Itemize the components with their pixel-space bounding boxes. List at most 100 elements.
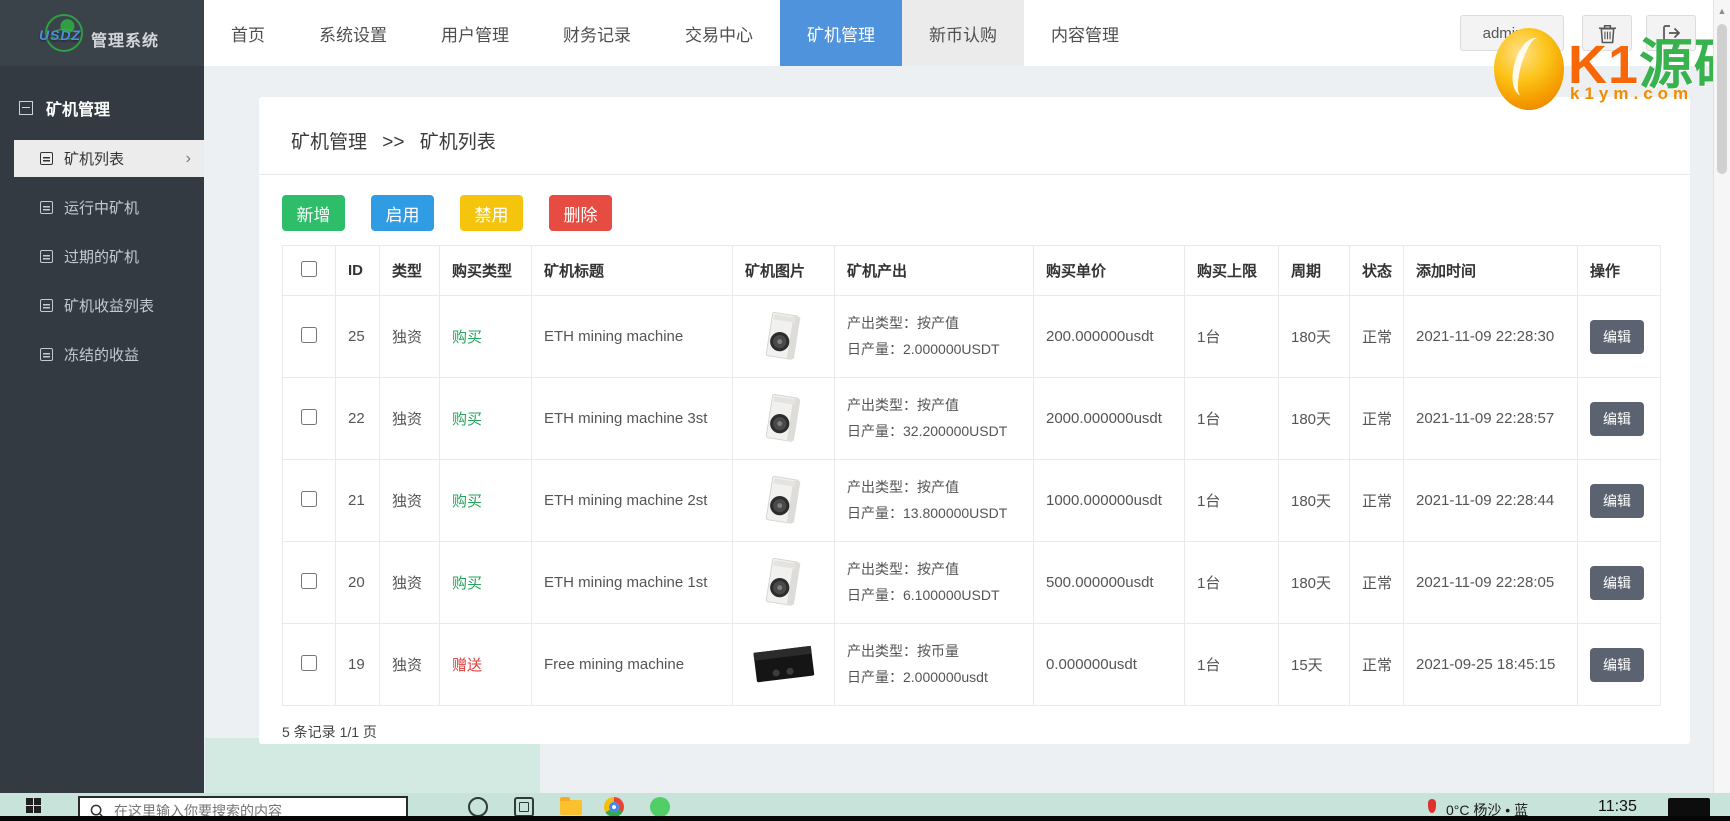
task-view-icon[interactable] xyxy=(514,797,534,817)
table-row: 25 独资 购买 ETH mining machine 产出类型：按产值 日产量… xyxy=(282,295,1661,378)
breadcrumb-parent: 矿机管理 xyxy=(291,132,368,153)
chevron-down-icon: ▼ xyxy=(1532,28,1542,38)
output-type: 产出类型：按币量 xyxy=(847,643,959,660)
table-row: 22 独资 购买 ETH mining machine 3st 产出类型：按产值… xyxy=(282,377,1661,460)
scroll-up-arrow-icon[interactable]: ▲ xyxy=(1714,6,1730,16)
taskbar-black-thumbnail[interactable] xyxy=(1668,798,1710,818)
wechat-icon[interactable] xyxy=(650,797,670,817)
page-scrollbar[interactable]: ▲ xyxy=(1713,0,1730,793)
cell-actions: 编辑 xyxy=(1577,295,1661,378)
edit-button[interactable]: 编辑 xyxy=(1590,565,1644,600)
row-checkbox[interactable] xyxy=(301,654,317,671)
sidebar-group-title[interactable]: 矿机管理 xyxy=(0,66,204,140)
edit-button[interactable]: 编辑 xyxy=(1590,401,1644,436)
toolbar: 新增 启用 禁用 删除 xyxy=(282,195,1690,231)
output-type: 产出类型：按产值 xyxy=(847,315,959,332)
cell-limit: 1台 xyxy=(1184,377,1279,460)
add-button[interactable]: 新增 xyxy=(282,195,345,231)
sidebar-item-0[interactable]: 矿机列表 › xyxy=(14,140,204,177)
weather-icon[interactable] xyxy=(1428,799,1436,813)
column-header-9: 状态 xyxy=(1349,245,1404,296)
table-body: 25 独资 购买 ETH mining machine 产出类型：按产值 日产量… xyxy=(282,295,1661,706)
sidebar-item-4[interactable]: 冻结的收益 xyxy=(0,336,204,373)
column-header-11: 操作 xyxy=(1577,245,1661,296)
clear-cache-button[interactable] xyxy=(1582,15,1632,51)
cell-actions: 编辑 xyxy=(1577,377,1661,460)
nav-item-1[interactable]: 系统设置 xyxy=(292,0,414,66)
cell-status: 正常 xyxy=(1349,623,1404,706)
cell-price: 1000.000000usdt xyxy=(1033,459,1185,542)
enable-button[interactable]: 启用 xyxy=(371,195,434,231)
edit-button[interactable]: 编辑 xyxy=(1590,319,1644,354)
sidebar-item-1[interactable]: 运行中矿机 xyxy=(0,189,204,226)
list-icon xyxy=(40,201,53,214)
list-icon xyxy=(40,152,53,165)
cell-period: 180天 xyxy=(1278,541,1350,624)
cell-id: 21 xyxy=(335,459,380,542)
column-header-7: 购买上限 xyxy=(1184,245,1279,296)
output-daily: 日产量：6.100000USDT xyxy=(847,586,1000,603)
cell-price: 200.000000usdt xyxy=(1033,295,1185,378)
row-checkbox[interactable] xyxy=(301,572,317,589)
row-checkbox[interactable] xyxy=(301,326,317,343)
cell-type: 独资 xyxy=(379,623,440,706)
black-miner-image xyxy=(752,645,814,682)
cell-id: 20 xyxy=(335,541,380,624)
nav-item-0[interactable]: 首页 xyxy=(204,0,292,66)
file-explorer-icon[interactable] xyxy=(560,797,582,815)
logo-brand-text: USDZ xyxy=(38,27,82,43)
chrome-icon[interactable] xyxy=(604,797,624,817)
globe-logo-icon: USDZ xyxy=(39,14,83,52)
sidebar-item-3[interactable]: 矿机收益列表 xyxy=(0,287,204,324)
divider xyxy=(259,174,1690,175)
edit-button[interactable]: 编辑 xyxy=(1590,483,1644,518)
row-checkbox[interactable] xyxy=(301,408,317,425)
app-header: USDZ 管理系统 首页 系统设置 用户管理 财务记录 交易中心 矿机管理 新币认购 内容管理… xyxy=(0,0,1730,66)
column-header-0: ID xyxy=(335,245,380,296)
admin-username: admin xyxy=(1482,24,1524,42)
cell-title: ETH mining machine 1st xyxy=(531,541,733,624)
nav-item-7[interactable]: 内容管理 xyxy=(1024,0,1146,66)
cell-limit: 1台 xyxy=(1184,541,1279,624)
cell-type: 独资 xyxy=(379,459,440,542)
output-type: 产出类型：按产值 xyxy=(847,561,959,578)
cortana-icon[interactable] xyxy=(468,797,488,817)
nav-item-6[interactable]: 新币认购 xyxy=(902,0,1024,66)
cell-title: ETH mining machine xyxy=(531,295,733,378)
nav-item-4[interactable]: 交易中心 xyxy=(658,0,780,66)
cell-title: ETH mining machine 2st xyxy=(531,459,733,542)
edit-button[interactable]: 编辑 xyxy=(1590,647,1644,682)
output-daily: 日产量：2.000000usdt xyxy=(847,668,988,685)
cell-image xyxy=(732,295,835,378)
cell-type: 独资 xyxy=(379,295,440,378)
nav-item-5[interactable]: 矿机管理 xyxy=(780,0,902,66)
cell-output: 产出类型：按产值 日产量：13.800000USDT xyxy=(834,459,1034,542)
delete-button[interactable]: 删除 xyxy=(549,195,612,231)
cell-added-time: 2021-11-09 22:28:57 xyxy=(1403,377,1578,460)
trash-icon xyxy=(1598,24,1616,43)
cell-limit: 1台 xyxy=(1184,623,1279,706)
windows-start-icon[interactable] xyxy=(26,798,41,813)
admin-menu-button[interactable]: admin ▼ xyxy=(1460,15,1564,51)
sidebar: 矿机管理 矿机列表 › 运行中矿机过期的矿机矿机收益列表 冻结的收益 xyxy=(0,66,204,793)
cell-price: 2000.000000usdt xyxy=(1033,377,1185,460)
disable-button[interactable]: 禁用 xyxy=(460,195,523,231)
scrollbar-thumb[interactable] xyxy=(1717,24,1727,174)
sidebar-items: 矿机列表 › 运行中矿机过期的矿机矿机收益列表 冻结的收益 xyxy=(0,140,204,373)
cell-image xyxy=(732,459,835,542)
cell-title: Free mining machine xyxy=(531,623,733,706)
pagination-summary: 5 条记录 1/1 页 xyxy=(282,724,377,740)
column-header-6: 购买单价 xyxy=(1033,245,1185,296)
nav-item-3[interactable]: 财务记录 xyxy=(536,0,658,66)
logout-button[interactable] xyxy=(1646,15,1696,51)
screen-bottom-edge xyxy=(0,816,1730,821)
cell-id: 19 xyxy=(335,623,380,706)
sidebar-item-2[interactable]: 过期的矿机 xyxy=(0,238,204,275)
table-header-row: ID 类型 购买类型 矿机标题 矿机图片 矿机产出 购买单价 购买上限 周期 状态 添加时间 操作 xyxy=(282,245,1661,296)
cell-buy-type: 购买 xyxy=(439,459,532,542)
taskbar-clock[interactable]: 11:35 xyxy=(1598,798,1637,816)
row-checkbox[interactable] xyxy=(301,490,317,507)
column-header-4: 矿机图片 xyxy=(732,245,835,296)
select-all-checkbox[interactable] xyxy=(301,260,317,277)
nav-item-2[interactable]: 用户管理 xyxy=(414,0,536,66)
